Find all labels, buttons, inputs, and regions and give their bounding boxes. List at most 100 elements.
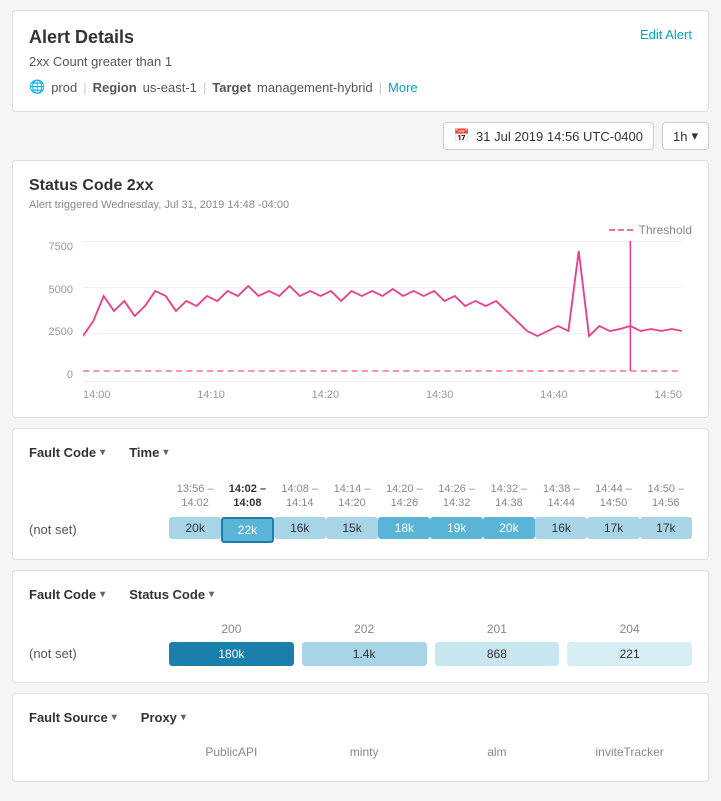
status-code-arrow-icon: ▾	[209, 589, 214, 600]
x-label-1400: 14:00	[83, 389, 111, 401]
time-cell-2[interactable]: 16k	[274, 517, 326, 543]
fault-time-data-row: (not set) 20k 22k 16k 15k 18k 19k	[29, 517, 692, 543]
time-range-9: 14:50 –14:56	[640, 480, 692, 517]
fault-status-header: Fault Code ▾ Status Code ▾	[29, 587, 692, 610]
fault-code-time-col1-header[interactable]: Fault Code ▾	[29, 445, 105, 460]
time-col-header-3: 14:14 –14:20	[326, 480, 378, 517]
edit-alert-link[interactable]: Edit Alert	[640, 27, 692, 42]
status-fill-200: 180k	[169, 642, 294, 666]
time-range-7: 14:38 –14:44	[535, 480, 587, 517]
proxy-arrow-icon: ▾	[181, 712, 186, 723]
fault-code-status-col1-header[interactable]: Fault Code ▾	[29, 587, 105, 602]
time-cell-8[interactable]: 17k	[587, 517, 639, 543]
chart-svg	[83, 241, 682, 381]
time-bar-9: 17k	[640, 517, 692, 539]
target-value: management-hybrid	[257, 80, 373, 95]
time-range-button[interactable]: 1h ▾	[662, 122, 709, 150]
status-empty-label	[29, 628, 169, 636]
status-cell-204[interactable]: 221	[567, 642, 692, 666]
date-picker-button[interactable]: 📅 31 Jul 2019 14:56 UTC-0400	[443, 122, 654, 150]
fault-code-status-col2-header[interactable]: Status Code ▾	[129, 587, 214, 602]
time-range-1: 14:02 –14:08	[221, 480, 273, 517]
proxy-col-alm: alm	[435, 745, 560, 765]
time-col-header-8: 14:44 –14:50	[587, 480, 639, 517]
date-value: 31 Jul 2019 14:56 UTC-0400	[476, 129, 643, 144]
time-cell-3[interactable]: 15k	[326, 517, 378, 543]
time-range-5: 14:26 –14:32	[430, 480, 482, 517]
status-col-headers-row: 200 202 201 204	[29, 622, 692, 642]
time-range-4: 14:20 –14:26	[378, 480, 430, 517]
fault-time-header: Fault Code ▾ Time ▾	[29, 445, 692, 468]
status-col-headers: 200 202 201 204	[169, 622, 692, 642]
y-label-5000: 5000	[49, 284, 73, 296]
status-cell-202[interactable]: 1.4k	[302, 642, 427, 666]
fault-source-proxy-card: Fault Source ▾ Proxy ▾ PublicAPI minty a…	[12, 693, 709, 782]
chart-plot	[83, 241, 682, 381]
proxy-label-minty: minty	[302, 745, 427, 765]
fault-code-status-label: Fault Code	[29, 587, 96, 602]
calendar-icon: 📅	[454, 128, 470, 144]
status-fill-201: 868	[435, 642, 560, 666]
alert-header: Alert Details Edit Alert	[29, 27, 692, 48]
chart-title: Status Code 2xx	[29, 177, 692, 195]
proxy-col2-header[interactable]: Proxy ▾	[141, 710, 186, 725]
y-axis: 7500 5000 2500 0	[39, 241, 79, 381]
time-data-cells: 20k 22k 16k 15k 18k 19k 20k	[169, 517, 692, 543]
proxy-label-invitetracker: inviteTracker	[567, 745, 692, 765]
time-cell-9[interactable]: 17k	[640, 517, 692, 543]
time-cell-5[interactable]: 19k	[430, 517, 482, 543]
time-col-header-5: 14:26 –14:32	[430, 480, 482, 517]
status-cell-200[interactable]: 180k	[169, 642, 294, 666]
fault-time-table: 13:56 –14:02 14:02 –14:08 14:08 –14:14 1…	[29, 480, 692, 543]
proxy-col-minty: minty	[302, 745, 427, 765]
dropdown-arrow-icon: ▾	[691, 128, 698, 144]
x-axis: 14:00 14:10 14:20 14:30 14:40 14:50	[83, 389, 682, 401]
time-cell-0[interactable]: 20k	[169, 517, 221, 543]
status-code-200-label: 200	[169, 622, 294, 642]
time-range-3: 14:14 –14:20	[326, 480, 378, 517]
time-column-headers-row: 13:56 –14:02 14:02 –14:08 14:08 –14:14 1…	[29, 480, 692, 517]
fault-status-data-row: (not set) 180k 1.4k 868	[29, 642, 692, 666]
alert-title: Alert Details	[29, 27, 134, 48]
status-cell-201[interactable]: 868	[435, 642, 560, 666]
proxy-label-publicapi: PublicAPI	[169, 745, 294, 765]
status-bar-200: 180k	[169, 642, 294, 666]
fault-proxy-header: Fault Source ▾ Proxy ▾	[29, 710, 692, 733]
time-col-header-7: 14:38 –14:44	[535, 480, 587, 517]
time-bar-1: 22k	[221, 517, 273, 543]
fault-code-time-col2-header[interactable]: Time ▾	[129, 445, 168, 460]
status-col-header-202: 202	[302, 622, 427, 642]
time-bar-0: 20k	[169, 517, 221, 539]
time-cell-1[interactable]: 22k	[221, 517, 273, 543]
fault-time-row-label: (not set)	[29, 518, 169, 541]
fault-proxy-table: PublicAPI minty alm inviteTracker	[29, 745, 692, 765]
y-label-2500: 2500	[49, 326, 73, 338]
time-bar-2: 16k	[274, 517, 326, 539]
time-range-8: 14:44 –14:50	[587, 480, 639, 517]
more-link[interactable]: More	[388, 80, 418, 95]
status-fill-202: 1.4k	[302, 642, 427, 666]
x-label-1410: 14:10	[197, 389, 225, 401]
time-cell-7[interactable]: 16k	[535, 517, 587, 543]
time-bar-4: 18k	[378, 517, 430, 539]
x-label-1450: 14:50	[654, 389, 682, 401]
time-range-6: 14:32 –14:38	[483, 480, 535, 517]
time-cell-4[interactable]: 18k	[378, 517, 430, 543]
time-range-2: 14:08 –14:14	[274, 480, 326, 517]
chart-area: 7500 5000 2500 0 14:00 14:10 14:20 14:30…	[39, 241, 682, 401]
threshold-line-sample	[609, 229, 633, 231]
chart-card: Status Code 2xx Alert triggered Wednesda…	[12, 160, 709, 418]
fault-code-status-card: Fault Code ▾ Status Code ▾ 200 202 201	[12, 570, 709, 683]
time-range-0: 13:56 –14:02	[169, 480, 221, 517]
separator1: |	[83, 80, 86, 95]
fault-source-col1-header[interactable]: Fault Source ▾	[29, 710, 117, 725]
time-col-headers: 13:56 –14:02 14:02 –14:08 14:08 –14:14 1…	[169, 480, 692, 517]
time-col-header-1: 14:02 –14:08	[221, 480, 273, 517]
status-code-label: Status Code	[129, 587, 205, 602]
time-cell-6[interactable]: 20k	[483, 517, 535, 543]
y-label-7500: 7500	[49, 241, 73, 253]
status-code-202-label: 202	[302, 622, 427, 642]
time-bar-8: 17k	[587, 517, 639, 539]
time-range-value: 1h	[673, 129, 687, 144]
proxy-empty-label	[29, 751, 169, 759]
